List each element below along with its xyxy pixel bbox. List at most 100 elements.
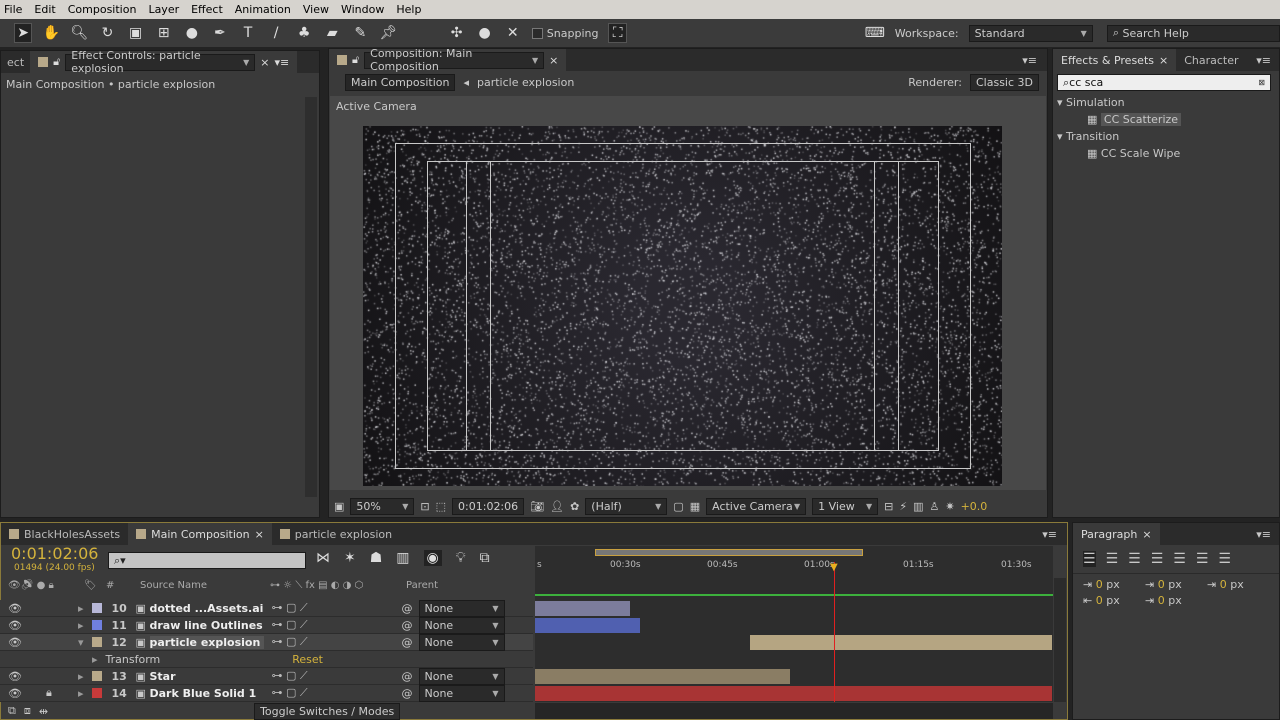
menu-view[interactable]: View (303, 3, 329, 16)
transfer-controls-icon[interactable]: ⧈ (24, 704, 31, 718)
layer-switches[interactable]: ⊶ ▢ ⟋ (272, 686, 402, 700)
panel-menu-icon[interactable]: ▾≡ (275, 56, 290, 69)
graph-editor-icon[interactable]: ⧉ (480, 550, 490, 566)
transform-property-row[interactable]: ▸ Transform Reset (0, 651, 533, 668)
always-preview-icon[interactable]: ▣ (334, 500, 344, 513)
justify-last-right-icon[interactable]: ☰ (1196, 551, 1209, 567)
tab-blackholesassets[interactable]: BlackHolesAssets (1, 523, 128, 545)
transparency-grid-icon[interactable]: ⬚ (436, 500, 446, 513)
align-left-icon[interactable]: ☰ (1083, 551, 1096, 567)
space-after-field[interactable]: ⇥ 0 px (1145, 594, 1207, 607)
pickwhip-icon[interactable]: @ (402, 670, 413, 683)
current-time-display[interactable]: 0:01:02:06 (11, 544, 98, 563)
tab-character[interactable]: Character (1176, 49, 1246, 71)
current-time-field[interactable]: 0:01:02:06 (452, 497, 525, 515)
indent-left-field[interactable]: ⇥ 0 px (1083, 578, 1145, 591)
exposure-value[interactable]: +0.0 (961, 500, 988, 513)
layer-row[interactable]: 👁︎ ▸ 11 ▣ draw line Outlines ⊶ ▢ ⟋ @ Non… (0, 616, 533, 634)
eraser-tool-icon[interactable]: ▰ (323, 23, 341, 43)
breadcrumb-main-composition[interactable]: Main Composition (345, 73, 456, 91)
eye-icon[interactable]: 👁︎ (8, 636, 22, 649)
ellipse-tool-icon[interactable]: ● (183, 23, 201, 43)
breadcrumb-particle-explosion[interactable]: particle explosion (477, 76, 574, 89)
timeline-zoom-scrollbar[interactable] (535, 703, 1053, 719)
collapse-arrow-icon[interactable]: ▾ (78, 636, 84, 649)
label-color-swatch[interactable] (91, 637, 102, 647)
panel-menu-icon[interactable]: ▾≡ (1022, 54, 1037, 67)
search-help-input[interactable]: ⌕ Search Help (1106, 24, 1280, 42)
menu-effect[interactable]: Effect (191, 3, 223, 16)
hide-shy-layers-icon[interactable]: ☗ (370, 550, 383, 566)
timeline-vertical-scrollbar[interactable] (1054, 578, 1066, 702)
flowchart-icon[interactable]: ♙ (929, 500, 939, 513)
current-time-indicator[interactable] (834, 562, 835, 702)
group-transition[interactable]: ▾ Transition (1057, 128, 1279, 145)
expand-arrow-icon[interactable]: ▸ (78, 619, 84, 632)
layer-search-input[interactable]: ⌕▾ (108, 552, 306, 569)
hand-tool-icon[interactable]: ✋ (42, 23, 60, 43)
fast-preview-icon[interactable]: ⚡︎ (899, 500, 907, 513)
align-right-icon[interactable]: ☰ (1128, 551, 1141, 567)
source-name-header[interactable]: Source Name (140, 580, 207, 596)
tab-paragraph[interactable]: Paragraph × (1073, 523, 1160, 545)
layer-duration-bar[interactable] (535, 669, 790, 684)
tab-effect-controls[interactable]: 🔓︎ Effect Controls: particle explosion ▼ × ▾… (30, 49, 298, 75)
clone-stamp-tool-icon[interactable]: ♣ (295, 23, 313, 43)
panel-menu-icon[interactable]: ▾≡ (1256, 54, 1271, 67)
camera-dropdown[interactable]: Active Camera ▼ (706, 497, 807, 515)
tab-particle-explosion[interactable]: particle explosion (272, 523, 400, 545)
layer-row[interactable]: 👁︎ 🔒︎ ▸ 14 ▣ Dark Blue Solid 1 ⊶ ▢ ⟋ @ N… (0, 684, 533, 702)
pickwhip-icon[interactable]: @ (402, 636, 413, 649)
layer-switches[interactable]: ⊶ ▢ ⟋ (272, 635, 402, 649)
layer-name[interactable]: Dark Blue Solid 1 (150, 687, 264, 700)
brainstorm-icon[interactable]: 💡︎ (456, 550, 466, 566)
indent-first-line-field[interactable]: ⇥ 0 px (1207, 578, 1269, 591)
frame-blending-icon[interactable]: ▥ (396, 550, 409, 566)
layer-name[interactable]: Star (150, 670, 264, 683)
menu-edit[interactable]: Edit (34, 3, 55, 16)
align-center-icon[interactable]: ☰ (1106, 551, 1119, 567)
layer-name[interactable]: dotted ...Assets.ai (150, 602, 264, 615)
menu-window[interactable]: Window (341, 3, 384, 16)
effect-cc-scatterize[interactable]: ▦ CC Scatterize (1057, 111, 1279, 128)
color-channels-icon[interactable]: ✿ (570, 500, 579, 513)
parent-dropdown[interactable]: None ▼ (418, 599, 505, 617)
view-layout-dropdown[interactable]: 1 View ▼ (812, 497, 879, 515)
view-axis-icon[interactable]: ● (476, 23, 494, 43)
snapping-toggle[interactable]: Snapping (531, 27, 598, 40)
tab-effects-presets[interactable]: Effects & Presets × (1053, 49, 1177, 71)
expand-arrow-icon[interactable]: ▸ (78, 602, 84, 615)
clear-search-icon[interactable]: ⊠ (1258, 78, 1265, 87)
panel-menu-icon[interactable]: ▾≡ (1256, 528, 1271, 541)
layer-switches[interactable]: ⊶ ▢ ⟋ (272, 618, 402, 632)
menu-file[interactable]: File (4, 3, 22, 16)
scrollbar[interactable] (305, 97, 317, 497)
tab-main-composition[interactable]: Main Composition × (128, 523, 272, 545)
label-color-swatch[interactable] (91, 603, 102, 613)
cti-handle-icon[interactable]: ▼ (830, 562, 838, 573)
layer-switches[interactable]: ⊶ ▢ ⟋ (272, 669, 402, 683)
draft-3d-icon[interactable]: ✶ (344, 550, 356, 566)
label-color-swatch[interactable] (91, 620, 102, 630)
lock-icon[interactable]: 🔓︎ (352, 53, 359, 67)
eye-icon[interactable]: 👁︎ (8, 619, 22, 632)
layer-row[interactable]: 👁︎ ▸ 13 ▣ Star ⊶ ▢ ⟋ @ None ▼ (0, 667, 533, 685)
selection-tool-icon[interactable]: ➤ (14, 23, 33, 43)
brush-tool-icon[interactable]: / (267, 23, 285, 43)
tab-composition[interactable]: 🔓︎ Composition: Main Composition ▼ × (329, 47, 567, 73)
lock-icon[interactable]: 🔓︎ (53, 55, 60, 69)
eye-icon[interactable]: 👁︎ (8, 602, 22, 615)
justify-last-center-icon[interactable]: ☰ (1173, 551, 1186, 567)
parent-dropdown[interactable]: None ▼ (418, 684, 505, 702)
layer-switches-icon[interactable]: ⧉ (8, 704, 16, 718)
region-of-interest-icon[interactable]: ⊡ (420, 500, 429, 513)
menu-composition[interactable]: Composition (68, 3, 137, 16)
pixel-aspect-icon[interactable]: ⊟ (884, 500, 893, 513)
workspace-dropdown[interactable]: Standard ▼ (968, 24, 1093, 42)
fast-previews-icon[interactable]: ▢ (673, 500, 683, 513)
checkerboard-icon[interactable]: ▦ (690, 500, 700, 513)
space-before-field[interactable]: ⇥ 0 px (1145, 578, 1207, 591)
roto-brush-tool-icon[interactable]: ✎ (351, 23, 369, 43)
layer-name[interactable]: particle explosion (149, 635, 264, 649)
reset-link[interactable]: Reset (292, 653, 323, 666)
